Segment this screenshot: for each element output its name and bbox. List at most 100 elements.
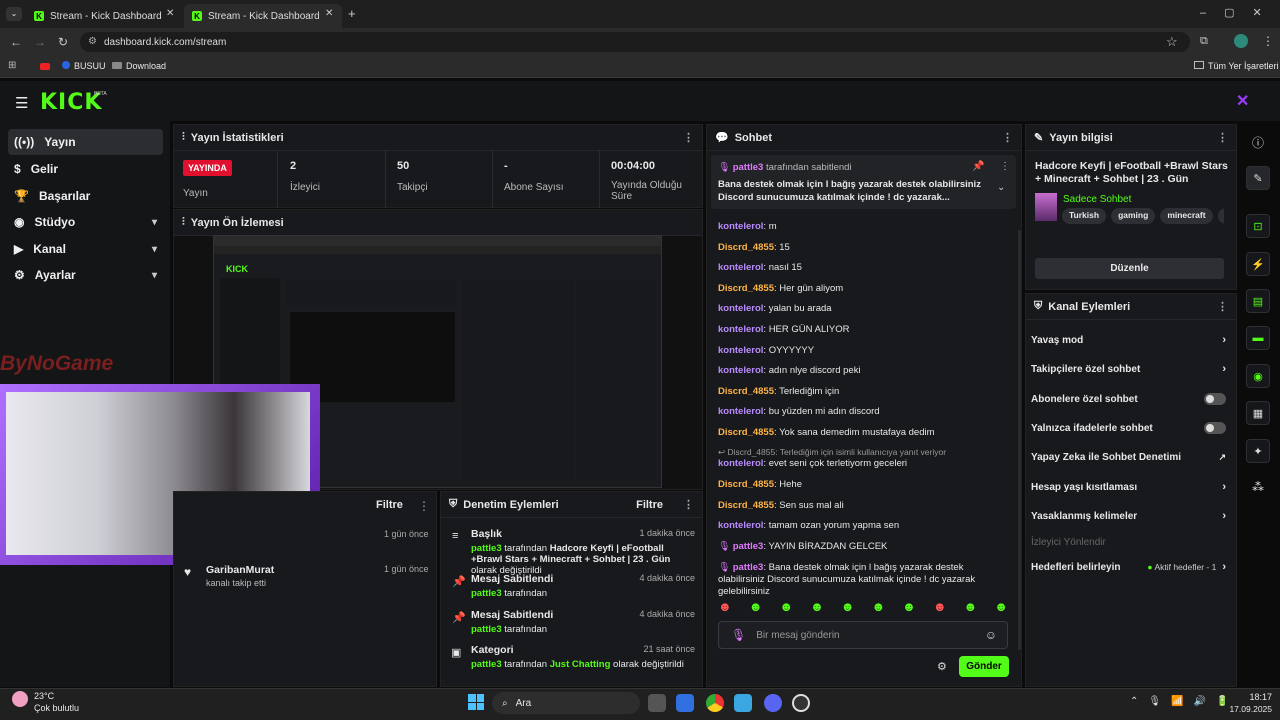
pin-icon[interactable]: 📌 (972, 161, 984, 172)
bookmark-star-icon[interactable]: ☆ (1166, 34, 1178, 50)
chrome-icon[interactable] (706, 694, 724, 712)
back-icon[interactable]: ← (10, 35, 22, 49)
more-icon[interactable]: ⋮ (1000, 161, 1010, 172)
more-icon[interactable]: ⋮ (1002, 131, 1013, 144)
windows-start-icon[interactable] (468, 694, 484, 710)
emote-icon[interactable]: ☻ (902, 599, 916, 614)
chat-username[interactable]: kontelerol (718, 262, 763, 273)
gear-icon[interactable]: ⚙ (937, 660, 947, 673)
moderation-filter-button[interactable]: Filtre (636, 499, 663, 511)
subs-only-toggle[interactable] (1204, 393, 1226, 405)
chat-username[interactable]: Discrd_4855 (718, 242, 774, 253)
more-icon[interactable]: ⋮ (1217, 300, 1228, 313)
chevron-down-icon[interactable]: ⌄ (997, 182, 1005, 193)
apps-icon[interactable]: ⊞ (8, 60, 16, 71)
chat-scrollbar[interactable] (1018, 230, 1021, 650)
tag[interactable]: minecraft (1160, 208, 1213, 224)
edit-button[interactable]: Düzenle (1035, 258, 1224, 279)
more-icon[interactable]: ⋮ (1217, 131, 1228, 144)
info-icon[interactable]: ⓘ (1252, 134, 1264, 151)
site-info-icon[interactable]: ⚙ (88, 36, 97, 47)
document-icon[interactable]: ▤ (1246, 289, 1270, 313)
chat-username[interactable]: kontelerol (718, 345, 763, 356)
emote-icon[interactable]: ☻ (810, 599, 824, 614)
emote-only-toggle[interactable] (1204, 422, 1226, 434)
url-input[interactable]: dashboard.kick.com/stream (80, 32, 1190, 52)
banned-words-row[interactable]: Yasaklanmış kelimeler › (1031, 507, 1226, 525)
chat-username[interactable]: pattle3 (733, 562, 764, 573)
frame-icon[interactable]: ⊡ (1246, 214, 1270, 238)
chat-username[interactable]: Discrd_4855 (718, 283, 774, 294)
chat-bubble-icon[interactable]: ▬ (1246, 326, 1270, 350)
discord-icon[interactable] (764, 694, 782, 712)
settings-cluster-icon[interactable]: ⁂ (1252, 480, 1264, 494)
menu-icon[interactable]: ⋮ (1262, 34, 1274, 48)
emote-icon[interactable]: ☻ (964, 599, 978, 614)
close-icon[interactable]: ✕ (1236, 91, 1249, 111)
chat-username[interactable]: kontelerol (718, 324, 763, 335)
temperature[interactable]: 23°C (34, 691, 54, 701)
chat-username[interactable]: kontelerol (718, 406, 763, 417)
activity-filter-button[interactable]: Filtre (376, 499, 403, 511)
tag[interactable]: cha (1217, 208, 1224, 224)
bookmark-download[interactable]: Download (126, 61, 166, 71)
hamburger-icon[interactable]: ☰ (15, 94, 28, 112)
clock-time[interactable]: 18:17 (1236, 692, 1272, 702)
task-view-icon[interactable] (648, 694, 666, 712)
send-button[interactable]: Gönder (959, 656, 1009, 677)
tag[interactable]: gaming (1111, 208, 1156, 224)
tab-search-icon[interactable]: ⌄ (6, 7, 22, 21)
taskbar-search[interactable]: ⌕ Ara (492, 692, 640, 714)
sidebar-item-studio[interactable]: ◉ Stüdyo ▾ (8, 209, 163, 235)
chat-username[interactable]: kontelerol (718, 458, 763, 469)
browser-tab-2[interactable]: K Stream - Kick Dashboard (184, 4, 342, 28)
wrench-icon[interactable]: ✦ (1246, 439, 1270, 463)
forward-icon[interactable]: → (34, 35, 46, 49)
emote-icon[interactable]: ☻ (749, 599, 763, 614)
browser-tab-1[interactable]: K Stream - Kick Dashboard (26, 4, 180, 28)
chat-username[interactable]: Discrd_4855 (718, 479, 774, 490)
tab-close-icon[interactable]: ✕ (166, 8, 174, 19)
goals-row[interactable]: Hedefleri belirleyin ● Aktif hedefler - 1… (1031, 558, 1226, 576)
layout-icon[interactable]: ▦ (1246, 401, 1270, 425)
extensions-icon[interactable]: ⧉ (1200, 35, 1208, 48)
category-link[interactable]: Sadece Sohbet (1063, 194, 1131, 205)
category-thumbnail[interactable] (1035, 193, 1057, 221)
chat-username[interactable]: kontelerol (718, 520, 763, 531)
emote-icon[interactable]: ☻ (871, 599, 885, 614)
chat-username[interactable]: kontelerol (718, 303, 763, 314)
sidebar-item-revenue[interactable]: $ Gelir (8, 156, 163, 182)
more-icon[interactable]: ⋮ (418, 499, 430, 513)
more-icon[interactable]: ⋮ (683, 498, 694, 511)
chat-username[interactable]: Discrd_4855 (718, 386, 774, 397)
chat-username[interactable]: kontelerol (718, 221, 763, 232)
ai-moderation-row[interactable]: Yapay Zeka ile Sohbet Denetimi ↗ (1031, 448, 1226, 466)
pencil-icon[interactable]: ✎ (1246, 166, 1270, 190)
app-icon[interactable] (676, 694, 694, 712)
chat-username[interactable]: Discrd_4855 (718, 500, 774, 511)
emote-icon[interactable]: ☻ (779, 599, 793, 614)
new-tab-icon[interactable]: + (348, 6, 356, 21)
activity-user[interactable]: GaribanMurat (206, 564, 274, 576)
broadcast-icon[interactable]: ◉ (1246, 364, 1270, 388)
sidebar-item-achievements[interactable]: 🏆 Başarılar (8, 183, 163, 209)
tab-close-icon[interactable]: ✕ (325, 8, 333, 19)
tag[interactable]: Turkish (1062, 208, 1107, 224)
sidebar-item-stream[interactable]: ((•)) Yayın (8, 129, 163, 155)
emote-icon[interactable]: ☻ (933, 599, 947, 614)
window-controls[interactable]: –▢✕ (1200, 6, 1280, 19)
reload-icon[interactable]: ↻ (58, 35, 68, 49)
chat-username[interactable]: kontelerol (718, 365, 763, 376)
bookmark-busuu[interactable]: BUSUU (74, 61, 106, 71)
followers-only-row[interactable]: Takipçilere özel sohbet › (1031, 360, 1226, 378)
emote-icon[interactable]: ☻ (994, 599, 1008, 614)
emoji-icon[interactable]: ☺ (985, 628, 997, 642)
youtube-icon[interactable] (40, 63, 50, 70)
chat-input[interactable]: 🎙 Bir mesaj gönderin ☺ (718, 621, 1008, 649)
slow-mode-row[interactable]: Yavaş mod › (1031, 331, 1226, 349)
emote-icon[interactable]: ☻ (841, 599, 855, 614)
sidebar-item-settings[interactable]: ⚙ Ayarlar ▾ (8, 262, 163, 288)
bolt-icon[interactable]: ⚡ (1246, 252, 1270, 276)
more-icon[interactable]: ⋮ (683, 131, 694, 144)
account-age-row[interactable]: Hesap yaşı kısıtlaması › (1031, 478, 1226, 496)
